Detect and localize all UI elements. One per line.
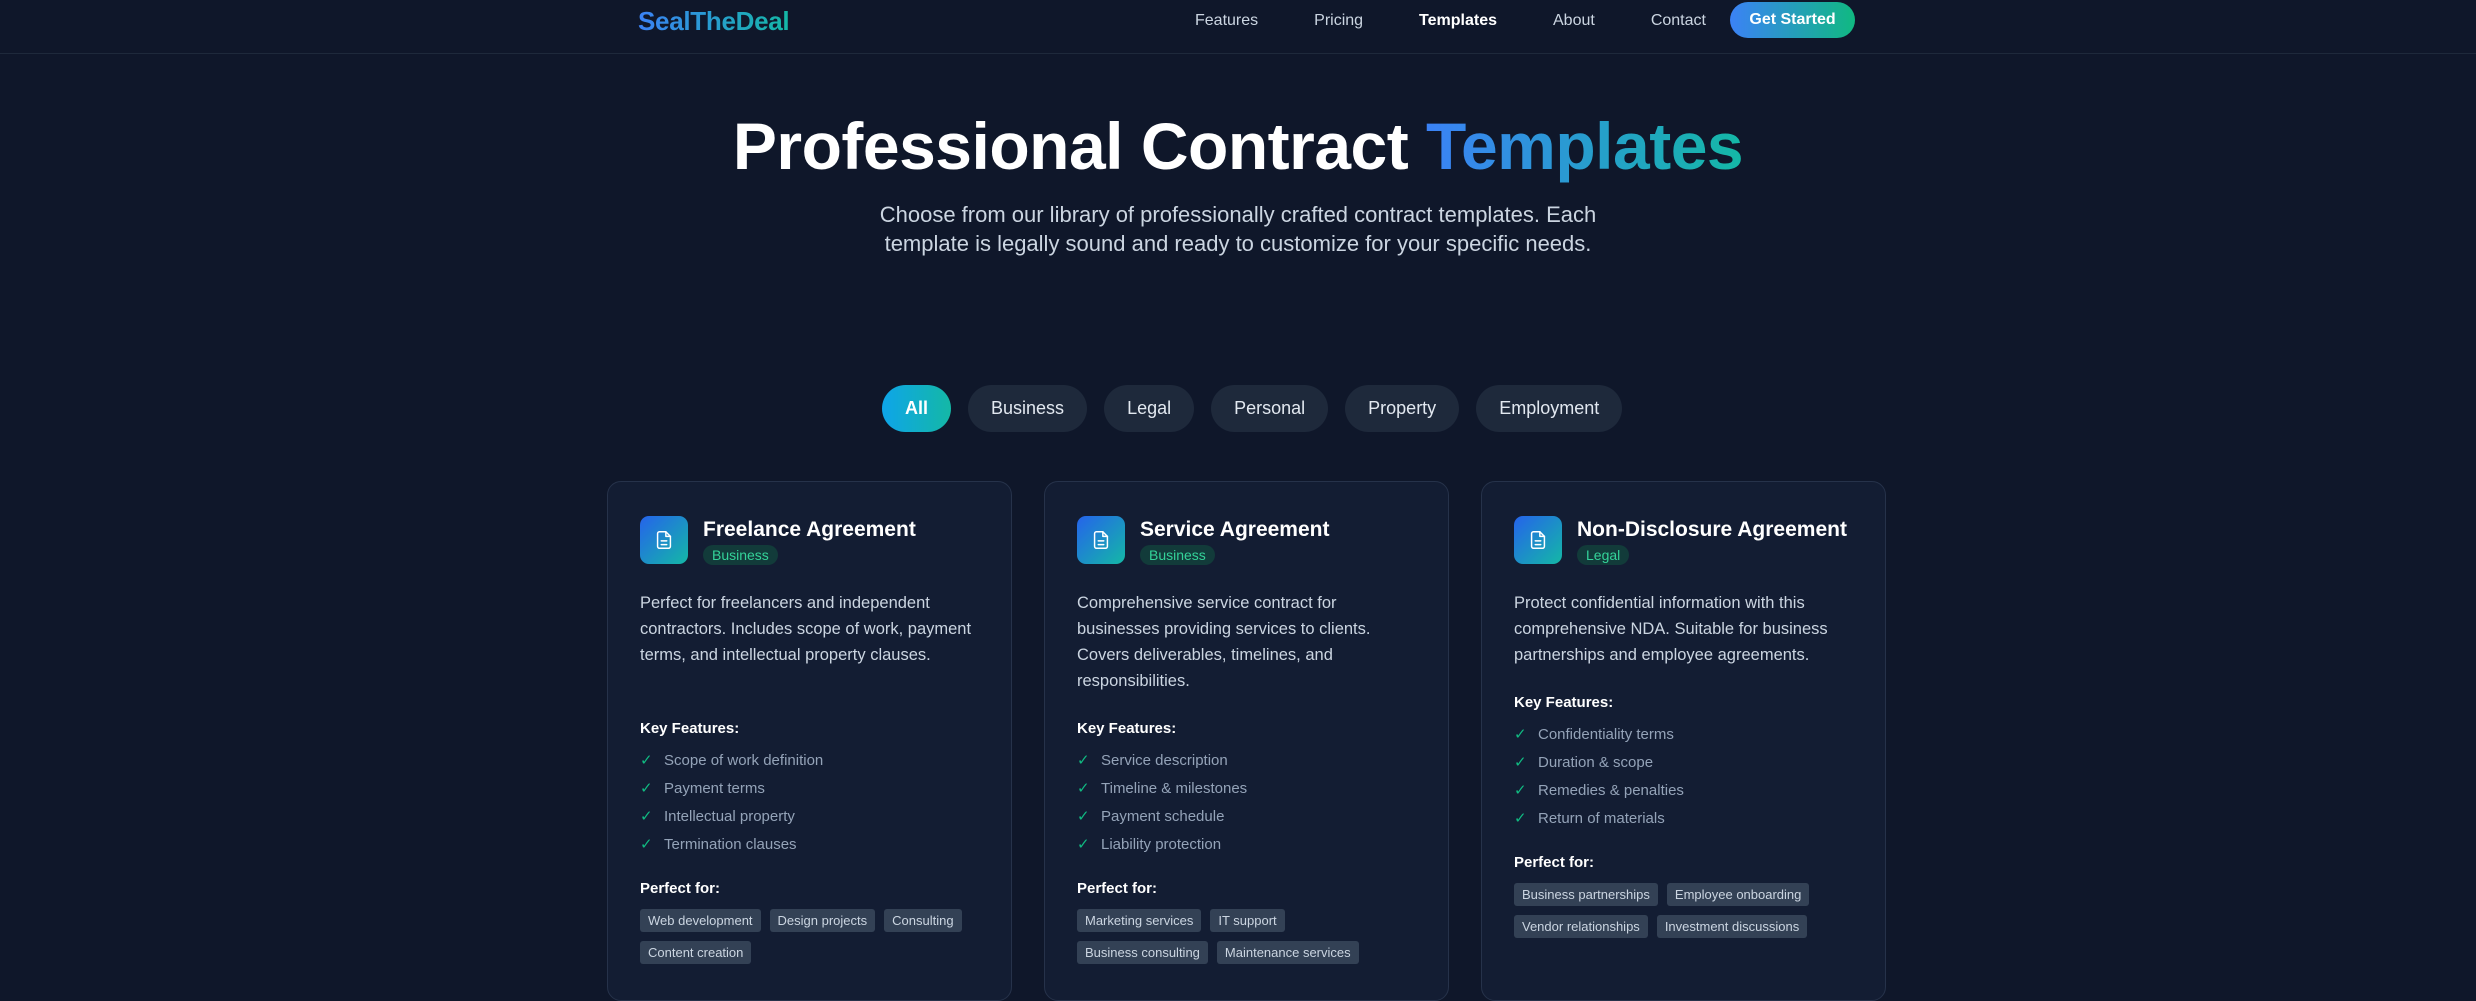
feature-item: ✓ Duration & scope: [1514, 753, 1654, 772]
use-case-tags: Business partnerships Employee onboardin…: [1514, 883, 1859, 947]
check-icon: ✓: [1077, 836, 1090, 853]
document-icon: [1077, 516, 1125, 564]
use-case-tag: Marketing services: [1077, 909, 1202, 932]
check-icon: ✓: [1514, 754, 1527, 771]
check-icon: ✓: [1077, 808, 1090, 825]
template-card-freelance[interactable]: Freelance Agreement Business Perfect for…: [607, 481, 1012, 1001]
use-case-tag: Business partnerships: [1514, 883, 1658, 906]
key-features-heading: Key Features:: [1077, 720, 1177, 737]
use-case-tags: Marketing services IT support Business c…: [1077, 909, 1422, 973]
card-description: Comprehensive service contract for busin…: [1077, 594, 1371, 690]
use-case-tag: Business consulting: [1077, 941, 1208, 964]
nav-link-features[interactable]: Features: [1195, 12, 1258, 30]
feature-item: ✓ Remedies & penalties: [1514, 781, 1684, 800]
filter-property[interactable]: Property: [1345, 385, 1460, 432]
check-icon: ✓: [1514, 726, 1527, 743]
card-description: Protect confidential information with th…: [1514, 594, 1828, 664]
perfect-for-heading: Perfect for:: [640, 880, 721, 897]
check-icon: ✓: [1077, 780, 1090, 797]
nav-link-about[interactable]: About: [1553, 12, 1595, 30]
nav-links: Features Pricing Templates About Contact: [1195, 0, 1762, 42]
document-icon: [640, 516, 688, 564]
use-case-tag: Content creation: [640, 941, 752, 964]
template-card-nda[interactable]: Non-Disclosure Agreement Legal Protect c…: [1481, 481, 1886, 1001]
use-case-tag: Investment discussions: [1656, 915, 1808, 938]
page-title-main: Professional Contract: [732, 109, 1427, 183]
category-badge: Legal: [1577, 545, 1630, 565]
filter-legal[interactable]: Legal: [1104, 385, 1195, 432]
category-badge: Business: [703, 545, 778, 565]
feature-list: ✓ Confidentiality terms ✓ Duration & scope…: [1514, 720, 1684, 832]
check-icon: ✓: [1077, 752, 1090, 769]
filter-all[interactable]: All: [882, 385, 952, 432]
card-description: Perfect for freelancers and independent …: [640, 594, 972, 664]
nav-link-pricing[interactable]: Pricing: [1314, 12, 1363, 30]
template-card-service[interactable]: Service Agreement Business Comprehensive…: [1044, 481, 1449, 1001]
feature-item: ✓ Termination clauses: [640, 835, 797, 854]
check-icon: ✓: [1514, 810, 1527, 827]
use-case-tag: Consulting: [884, 909, 962, 932]
top-navigation: SealTheDeal Features Pricing Templates A…: [0, 0, 2476, 54]
category-filters: All Business Legal Personal Property Emp…: [882, 385, 1639, 432]
use-case-tag: Employee onboarding: [1666, 883, 1810, 906]
check-icon: ✓: [1514, 782, 1527, 799]
get-started-button[interactable]: Get Started: [1730, 2, 1855, 38]
feature-item: ✓ Scope of work definition: [640, 751, 824, 770]
feature-item: ✓ Intellectual property: [640, 807, 795, 826]
use-case-tag: IT support: [1210, 909, 1285, 932]
nav-link-contact[interactable]: Contact: [1651, 12, 1706, 30]
perfect-for-heading: Perfect for:: [1514, 854, 1595, 871]
use-case-tag: Web development: [640, 909, 761, 932]
card-title: Non-Disclosure Agreement: [1577, 518, 1847, 541]
key-features-heading: Key Features:: [640, 720, 740, 737]
feature-item: ✓ Return of materials: [1514, 809, 1665, 828]
filter-personal[interactable]: Personal: [1211, 385, 1329, 432]
check-icon: ✓: [640, 808, 653, 825]
use-case-tags: Web development Design projects Consulti…: [640, 909, 985, 973]
key-features-heading: Key Features:: [1514, 694, 1614, 711]
use-case-tag: Maintenance services: [1216, 941, 1359, 964]
card-title: Freelance Agreement: [703, 518, 916, 541]
use-case-tag: Vendor relationships: [1514, 915, 1648, 938]
page-title: Professional Contract Templates: [0, 108, 2476, 184]
perfect-for-heading: Perfect for:: [1077, 880, 1158, 897]
feature-item: ✓ Service description: [1077, 751, 1228, 770]
feature-list: ✓ Service description ✓ Timeline & milesto…: [1077, 746, 1247, 858]
feature-item: ✓ Confidentiality terms: [1514, 725, 1674, 744]
feature-item: ✓ Liability protection: [1077, 835, 1222, 854]
feature-item: ✓ Payment terms: [640, 779, 765, 798]
check-icon: ✓: [640, 780, 653, 797]
use-case-tag: Design projects: [769, 909, 876, 932]
brand-logo[interactable]: SealTheDeal: [638, 6, 790, 37]
check-icon: ✓: [640, 836, 653, 853]
filter-employment[interactable]: Employment: [1476, 385, 1623, 432]
category-badge: Business: [1140, 545, 1215, 565]
feature-list: ✓ Scope of work definition ✓ Payment terms…: [640, 746, 823, 858]
page-title-highlight: Templates: [1426, 109, 1744, 183]
check-icon: ✓: [640, 752, 653, 769]
feature-item: ✓ Payment schedule: [1077, 807, 1225, 826]
card-title: Service Agreement: [1140, 518, 1330, 541]
document-icon: [1514, 516, 1562, 564]
filter-business[interactable]: Business: [968, 385, 1088, 432]
nav-link-templates[interactable]: Templates: [1419, 12, 1497, 30]
page-subtitle: Choose from our library of professionall…: [879, 202, 1597, 256]
feature-item: ✓ Timeline & milestones: [1077, 779, 1248, 798]
